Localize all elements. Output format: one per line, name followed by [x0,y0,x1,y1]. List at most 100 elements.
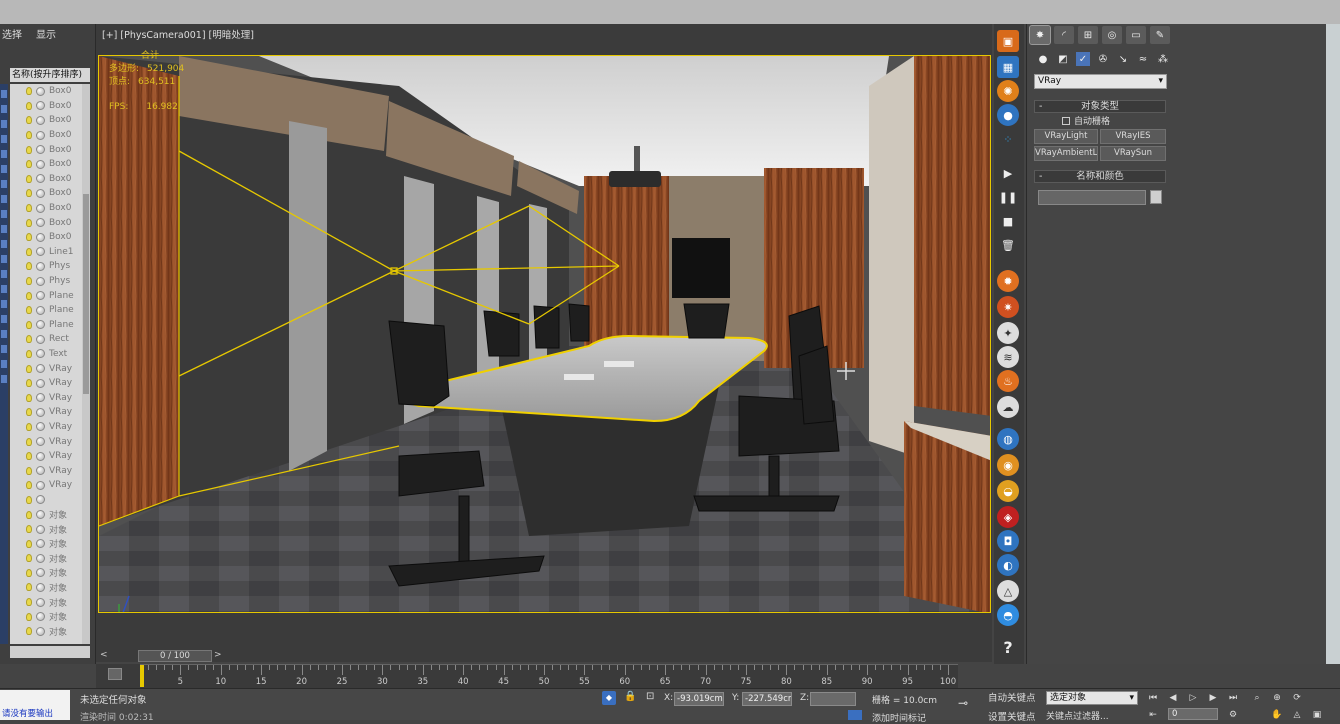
lightbulb-icon[interactable] [26,364,32,373]
current-frame-marker[interactable] [140,665,144,687]
timeline-next-icon[interactable]: > [214,650,222,660]
checkbox-box[interactable] [1062,116,1070,125]
filter-icon[interactable] [1,240,7,248]
lightbulb-icon[interactable] [26,481,32,490]
menu-select[interactable]: 选择 [2,26,22,44]
modify-tab-icon[interactable]: ◜ [1054,26,1074,44]
lightbulb-icon[interactable] [26,233,32,242]
scene-list-item[interactable]: Box0 [10,215,90,230]
vray-cup-icon[interactable]: ◉ [997,454,1019,476]
name-color-rollout-header[interactable]: - 名称和颜色 [1034,170,1166,183]
lightbulb-icon[interactable] [26,466,32,475]
scene-list-item[interactable]: 对象 [10,536,90,551]
object-name-input[interactable] [1038,190,1146,205]
lightbulb-icon[interactable] [26,291,32,300]
timeline-prev-icon[interactable]: < [100,650,108,660]
filter-icon[interactable] [1,90,7,98]
scene-list-item[interactable]: VRay [10,376,90,391]
vrayambientlight-button[interactable]: VRayAmbientLight [1034,146,1098,161]
play-icon[interactable]: ▶ [997,162,1019,184]
scene-list-item[interactable]: Box0 [10,201,90,216]
scrollbar-thumb[interactable] [83,194,89,394]
lightbulb-icon[interactable] [26,101,32,110]
scene-list-item[interactable]: VRay [10,449,90,464]
scene-list-item[interactable]: Box0 [10,142,90,157]
lightbulb-icon[interactable] [26,306,32,315]
scene-list-item[interactable]: 对象 [10,609,90,624]
lightbulb-icon[interactable] [26,379,32,388]
filter-icon[interactable] [1,135,7,143]
motion-tab-icon[interactable]: ◎ [1102,26,1122,44]
scene-list-item[interactable]: Box0 [10,99,90,114]
object-type-rollout-header[interactable]: - 对象类型 [1034,100,1166,113]
maxscript-output[interactable]: 请没有要输出 [2,707,53,719]
filter-icon[interactable] [1,375,7,383]
time-tag-icon[interactable] [848,710,862,720]
vraylight-button[interactable]: VRayLight [1034,129,1098,144]
create-tab-icon[interactable]: ✸ [1029,25,1051,45]
vray-flame-icon[interactable]: ♨ [997,370,1019,392]
scene-list-item[interactable]: VRay [10,390,90,405]
vray-water-icon[interactable]: ◍ [997,428,1019,450]
vray-render-icon[interactable]: ▣ [997,30,1019,52]
play-animation-icon[interactable]: ▷ [1186,691,1200,705]
scene-list-item[interactable]: 对象 [10,624,90,639]
scene-list-item[interactable]: Box0 [10,186,90,201]
zoom-all-icon[interactable]: ⊕ [1270,691,1284,705]
filter-icon[interactable] [1,270,7,278]
lock-icon[interactable]: 🔒 [624,691,636,702]
lightbulb-icon[interactable] [26,539,32,548]
go-to-start-icon[interactable]: ⏮ [1146,691,1160,705]
lightbulb-icon[interactable] [26,87,32,96]
vray-wave-icon[interactable]: ≋ [997,346,1019,368]
lightbulb-icon[interactable] [26,437,32,446]
auto-key-button[interactable]: 自动关键点 [988,692,1040,706]
scene-list-item[interactable]: VRay [10,478,90,493]
time-slider-track[interactable] [96,648,992,662]
lightbulb-icon[interactable] [26,627,32,636]
orbit-icon[interactable]: ⟳ [1290,691,1304,705]
lightbulb-icon[interactable] [26,598,32,607]
vray-frame-buffer-icon[interactable]: ▦ [997,56,1019,78]
filter-icon[interactable] [1,120,7,128]
absolute-mode-icon[interactable]: ⊡ [646,691,654,702]
scene-list-hscrollbar[interactable] [10,646,90,658]
filter-icon[interactable] [1,345,7,353]
vrayies-button[interactable]: VRayIES [1100,129,1166,144]
filter-icon[interactable] [1,150,7,158]
scene-list-item[interactable]: Plane [10,318,90,333]
lightbulb-icon[interactable] [26,204,32,213]
filter-icon[interactable] [1,195,7,203]
systems-icon[interactable]: ⁂ [1156,52,1170,66]
lightbulb-icon[interactable] [26,510,32,519]
add-time-tag-button[interactable]: 添加时间标记 [872,711,926,724]
key-selection-dropdown[interactable]: 选定对象 ▾ [1046,691,1138,705]
hierarchy-tab-icon[interactable]: ⊞ [1078,26,1098,44]
filter-icon[interactable] [1,165,7,173]
scene-list-item[interactable] [10,493,90,508]
lightbulb-icon[interactable] [26,247,32,256]
stop-icon[interactable]: ■ [997,210,1019,232]
shapes-icon[interactable]: ◩ [1056,52,1070,66]
scene-object-list[interactable]: Box0 Box0 Box0 Box0 Box0 Box0 Box0 Box0 Box0 Box0… [10,84,90,644]
scene-list-item[interactable]: Line1 [10,245,90,260]
vray-bucket-icon[interactable]: ◒ [997,480,1019,502]
scene-list-item[interactable]: Box0 [10,172,90,187]
set-key-button[interactable]: 设置关键点 [988,709,1040,723]
lightbulb-icon[interactable] [26,568,32,577]
next-frame-icon[interactable]: ▶ [1206,691,1220,705]
scene-list-item[interactable]: Plane [10,303,90,318]
lightbulb-icon[interactable] [26,174,32,183]
scene-list-header[interactable]: 名称(按升序排序) [10,68,90,82]
lightbulb-icon[interactable] [26,277,32,286]
vray-save-icon[interactable]: ◘ [997,530,1019,552]
vray-stop-sim-icon[interactable]: ◈ [997,506,1019,528]
lightbulb-icon[interactable] [26,189,32,198]
lightbulb-icon[interactable] [26,320,32,329]
filter-icon[interactable] [1,300,7,308]
filter-icon[interactable] [1,360,7,368]
help-icon[interactable]: ? [997,636,1019,658]
vray-smoke-icon[interactable]: ✷ [997,296,1019,318]
lightbulb-icon[interactable] [26,335,32,344]
lightbulb-icon[interactable] [26,160,32,169]
